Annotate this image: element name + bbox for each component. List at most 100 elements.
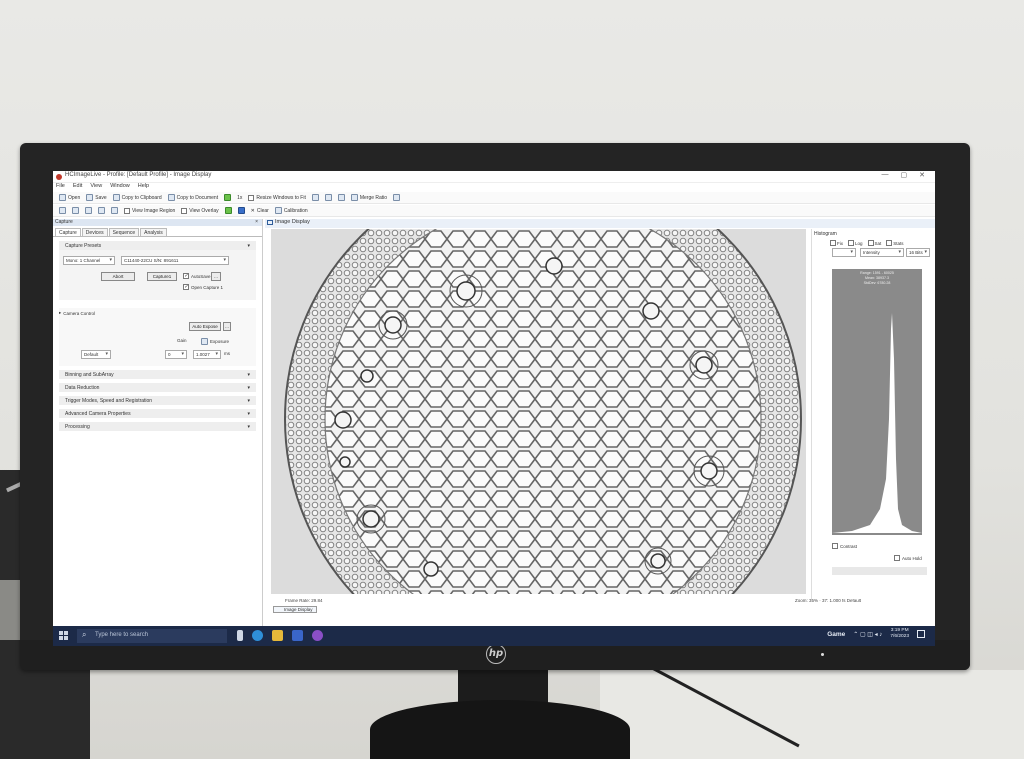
settings-button[interactable]	[111, 207, 118, 214]
intensity-select[interactable]: Intensity	[860, 248, 904, 257]
gain-input[interactable]: 0	[165, 350, 187, 359]
tools-button[interactable]	[393, 194, 401, 201]
contrast-slider[interactable]	[832, 567, 927, 575]
menu-help[interactable]: Help	[138, 183, 149, 192]
pen-button[interactable]	[237, 207, 245, 214]
grid-button[interactable]	[311, 194, 319, 201]
chevron-down-icon: ▾	[247, 398, 250, 404]
grid-icon	[311, 194, 319, 201]
merge-icon	[350, 194, 358, 201]
minimize-button[interactable]: —	[882, 171, 889, 179]
windows-start-icon[interactable]	[59, 631, 68, 640]
plant-stem-cross-section	[271, 229, 806, 594]
menu-view[interactable]: View	[90, 183, 102, 192]
contrast-checkbox[interactable]: Contrast	[832, 543, 857, 549]
channel-mode-select[interactable]: Mono: 1 Channel	[63, 256, 115, 265]
open-button[interactable]: Open	[59, 194, 80, 201]
view-overlay-checkbox[interactable]: View Overlay	[181, 207, 219, 214]
image-display-footer: Frame Rate: 29.84 Zoom: 35% · 37: 1.000 …	[265, 596, 935, 616]
taskbar-search[interactable]: Type here to search	[77, 629, 227, 643]
system-tray: Game ⌃ ▢ ◫ ◂ ♪ 3:19 PM 7/6/2023	[827, 628, 925, 640]
shape-icon	[85, 207, 92, 214]
menu-file[interactable]: File	[56, 183, 65, 192]
frame-rate: Frame Rate: 29.84	[285, 598, 323, 603]
capture-presets-section[interactable]: Capture Presets ▾	[59, 241, 256, 250]
bit-depth-select[interactable]: 16 Bits	[906, 248, 930, 257]
tab-sequence[interactable]: Sequence	[108, 228, 140, 236]
clock[interactable]: 3:19 PM 7/6/2023	[890, 628, 909, 640]
histogram-plot[interactable]: Range: 1591 - 60025 Mean: 38937.3 StdDev…	[832, 269, 922, 535]
camera-control-title[interactable]: ▸ Camera Control	[59, 310, 95, 316]
zoom-1x-button[interactable]: 1x	[237, 195, 242, 201]
autosave-more-button[interactable]: ...	[211, 272, 221, 281]
monitor-icon	[224, 194, 232, 201]
menu-bar: File Edit View Window Help	[53, 183, 935, 192]
section-binning[interactable]: Binning and SubArray ▾	[59, 370, 256, 379]
camera-select[interactable]: C11440-22CU S/N: 891611	[121, 256, 229, 265]
shape-tool-button[interactable]	[85, 207, 92, 214]
clear-icon: ✕	[250, 207, 255, 214]
view-image-region-checkbox[interactable]: View Image Region	[124, 207, 175, 214]
copy-document-button[interactable]: Copy to Document	[167, 194, 218, 201]
mail-icon[interactable]	[292, 630, 303, 641]
exposure-input[interactable]: 1.0027	[193, 350, 221, 359]
camera-button[interactable]	[337, 194, 345, 201]
panel-close-button[interactable]: ×	[255, 219, 258, 226]
autosave-checkbox[interactable]: AutoSave	[183, 273, 211, 279]
preset-select[interactable]: Default	[81, 350, 111, 359]
clear-button[interactable]: ✕ Clear	[251, 208, 269, 214]
tab-devices[interactable]: Devices	[81, 228, 108, 236]
menu-window[interactable]: Window	[110, 183, 130, 192]
close-button[interactable]: ✕	[919, 171, 925, 179]
crosshair-icon	[98, 207, 105, 214]
merge-ratio-button[interactable]: Merge Ratio	[350, 194, 387, 201]
microscope-image[interactable]	[271, 229, 806, 594]
tab-capture[interactable]: Capture	[55, 228, 81, 236]
edge-icon[interactable]	[252, 630, 263, 641]
sat-checkbox[interactable]: Sat	[867, 240, 881, 246]
monitor-button[interactable]	[224, 194, 232, 201]
capture-button[interactable]: Capture1	[147, 272, 177, 281]
notification-icon[interactable]	[917, 630, 925, 638]
file-explorer-icon[interactable]	[272, 630, 283, 641]
crosshair-button[interactable]	[98, 207, 105, 214]
log-checkbox[interactable]: Log	[848, 240, 863, 246]
section-data-reduction[interactable]: Data Reduction ▾	[59, 383, 256, 392]
histogram-curve	[832, 313, 922, 533]
section-advanced-camera[interactable]: Advanced Camera Properties ▾	[59, 409, 256, 418]
image-display-tab[interactable]: Image Display	[273, 606, 317, 613]
title-bar: HCImageLive - Profile: [Default Profile]…	[53, 171, 935, 183]
open-capture-checkbox[interactable]: Open Capture 1	[183, 284, 223, 290]
text-icon	[59, 207, 66, 214]
text-tool-button[interactable]	[59, 207, 66, 214]
menu-edit[interactable]: Edit	[73, 183, 82, 192]
app-icon	[56, 174, 62, 180]
task-view-icon[interactable]	[237, 630, 243, 641]
hcimage-app-icon[interactable]	[312, 630, 323, 641]
chevron-down-icon: ▾	[247, 372, 250, 378]
line-icon	[72, 207, 79, 214]
auto-expose-button[interactable]: Auto Expose	[189, 322, 221, 331]
abort-button[interactable]: Abort	[101, 272, 135, 281]
tab-analysis[interactable]: Analysis	[140, 228, 167, 236]
auto-hold-checkbox[interactable]: Auto Hold	[894, 555, 922, 561]
layout-button[interactable]	[324, 194, 332, 201]
save-button[interactable]: Save	[86, 194, 107, 201]
tray-icons[interactable]: ⌃ ▢ ◫ ◂ ♪	[853, 631, 882, 638]
game-mode-indicator[interactable]: Game	[827, 631, 845, 638]
stats-checkbox[interactable]: Stats	[886, 240, 904, 246]
copy-clipboard-button[interactable]: Copy to Clipboard	[112, 194, 162, 201]
overlay-color-button[interactable]	[224, 207, 232, 214]
channel-color-select[interactable]	[832, 248, 856, 257]
section-processing[interactable]: Processing ▾	[59, 422, 256, 431]
section-trigger-modes[interactable]: Trigger Modes, Speed and Registration ▾	[59, 396, 256, 405]
monitor-icon	[267, 220, 273, 225]
monitor-stand-base	[370, 700, 630, 759]
line-tool-button[interactable]	[72, 207, 79, 214]
resize-windows-checkbox[interactable]: Resize Windows to Fit	[248, 194, 306, 201]
calibration-button[interactable]: Calibration	[274, 207, 308, 214]
auto-expose-more-button[interactable]: ...	[223, 322, 231, 331]
fix-checkbox[interactable]: Fix	[830, 240, 843, 246]
maximize-button[interactable]: ▢	[901, 171, 908, 179]
gain-label: Gain	[177, 338, 187, 343]
